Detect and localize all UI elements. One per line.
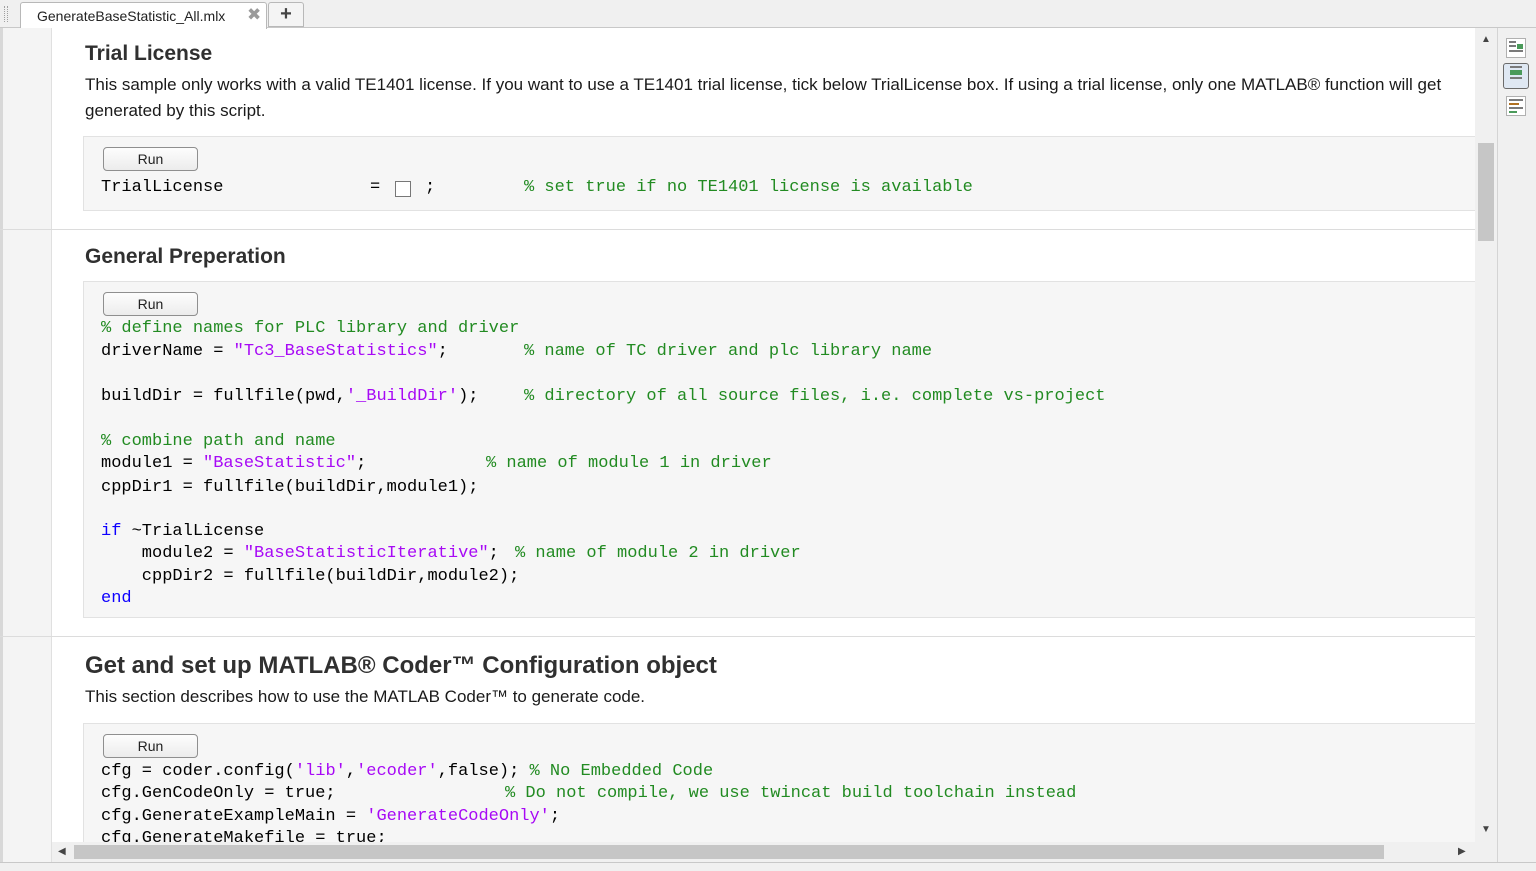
horizontal-scrollbar[interactable]: ◀ ▶ <box>52 842 1475 862</box>
code-line-9: % combine path and name <box>101 432 336 451</box>
vertical-scroll-thumb[interactable] <box>1478 143 1494 241</box>
tab-title: GenerateBaseStatistic_All.mlx <box>37 8 226 24</box>
tab-generate-base-statistic[interactable]: GenerateBaseStatistic_All.mlx ✖ <box>20 2 267 29</box>
horizontal-scroll-thumb[interactable] <box>74 845 1384 859</box>
section-heading-coder-config: Get and set up MATLAB® Coder™ Configurat… <box>85 652 717 679</box>
code-block-trial-license[interactable] <box>83 136 1475 211</box>
vertical-scrollbar[interactable]: ▲ ▼ <box>1475 28 1497 862</box>
code-text: module2 = <box>101 544 244 563</box>
code-string: "BaseStatistic" <box>203 454 357 473</box>
code-text: ; <box>356 454 367 473</box>
trial-license-checkbox[interactable] <box>395 181 411 197</box>
code-line-16: end <box>101 589 132 608</box>
code-text: ; <box>549 807 561 826</box>
code-comment: % name of TC driver and plc library name <box>524 342 933 361</box>
code-comment: % name of module 1 in driver <box>486 454 772 473</box>
code-string: '_BuildDir' <box>345 387 459 406</box>
output-right-icon <box>1510 66 1522 79</box>
output-inline-icon[interactable] <box>1506 38 1526 58</box>
scroll-left-icon[interactable]: ◀ <box>58 846 66 857</box>
close-icon[interactable]: ✖ <box>247 5 261 25</box>
code-line-18: cfg = coder.config('lib','ecoder',false)… <box>101 762 713 781</box>
code-comment: % set true if no TE1401 license is avail… <box>524 178 973 197</box>
code-text: ); <box>458 387 479 406</box>
code-comment: % directory of all source files, i.e. co… <box>524 387 1106 406</box>
code-text: driverName = <box>101 342 234 361</box>
code-line-11: cppDir1 = fullfile(buildDir,module1); <box>101 478 479 497</box>
code-text: ~TrialLicense <box>121 522 265 541</box>
code-string: "Tc3_BaseStatistics" <box>233 342 438 361</box>
run-section-button[interactable]: Run <box>103 734 198 758</box>
code-string: "BaseStatisticIterative" <box>243 544 489 563</box>
tab-grip-icon <box>4 6 8 22</box>
scroll-up-icon[interactable]: ▲ <box>1481 34 1491 45</box>
code-comment: % name of module 2 in driver <box>515 544 801 563</box>
run-section-button[interactable]: Run <box>103 147 198 171</box>
code-equals: = <box>370 178 381 197</box>
code-semicolon: ; <box>425 178 436 197</box>
code-line-10: module1 = "BaseStatistic"; <box>101 454 366 473</box>
hide-output-icon[interactable] <box>1506 96 1526 116</box>
var-trial-license: TrialLicense <box>101 178 224 197</box>
code-line-14: module2 = "BaseStatisticIterative"; <box>101 544 499 563</box>
run-section-button[interactable]: Run <box>103 292 198 316</box>
output-inline-icon <box>1509 41 1523 52</box>
section-heading-trial-license: Trial License <box>85 42 213 65</box>
code-line-21: cfg.GenerateMakefile = true; <box>101 829 387 842</box>
section-divider <box>0 229 1475 230</box>
code-line-2: TrialLicense <box>101 178 223 197</box>
code-text: cfg = coder.config( <box>101 762 295 781</box>
code-line-20: cfg.GenerateExampleMain = 'GenerateCodeO… <box>101 807 560 826</box>
code-comment: % No Embedded Code <box>529 762 714 781</box>
scroll-right-icon[interactable]: ▶ <box>1458 846 1466 857</box>
code-keyword: if <box>101 522 122 541</box>
code-text: ,false); <box>437 762 530 781</box>
code-text: , <box>345 762 357 781</box>
code-text: buildDir = fullfile(pwd, <box>101 387 346 406</box>
section-heading-general-preperation: General Preperation <box>85 245 286 268</box>
view-mode-panel <box>1497 28 1536 862</box>
code-line-19: cfg.GenCodeOnly = true; <box>101 784 336 803</box>
code-line-13: if ~TrialLicense <box>101 522 264 541</box>
section-text-coder-config: This section describes how to use the MA… <box>85 687 646 706</box>
code-line-5: driverName = "Tc3_BaseStatistics"; <box>101 342 448 361</box>
code-string: 'ecoder' <box>356 762 438 781</box>
code-string: 'lib' <box>294 762 346 781</box>
add-tab-button[interactable]: + <box>268 2 304 27</box>
scroll-down-icon[interactable]: ▼ <box>1481 824 1491 835</box>
code-text: module1 = <box>101 454 204 473</box>
code-text: ; <box>437 342 448 361</box>
code-line-7: buildDir = fullfile(pwd,'_BuildDir'); <box>101 387 478 406</box>
section-text-trial-license: This sample only works with a valid TE14… <box>85 75 1442 120</box>
code-line-4: % define names for PLC library and drive… <box>101 319 520 338</box>
hide-output-icon <box>1509 99 1523 113</box>
code-string: 'GenerateCodeOnly' <box>366 807 550 826</box>
tab-bar: GenerateBaseStatistic_All.mlx ✖ + <box>0 0 1536 29</box>
code-line-15: cppDir2 = fullfile(buildDir,module2); <box>101 567 520 586</box>
line-number-gutter <box>0 28 52 862</box>
code-text: ; <box>488 544 499 563</box>
output-right-icon[interactable] <box>1503 63 1529 89</box>
status-strip <box>0 862 1536 871</box>
section-divider <box>0 636 1475 637</box>
code-comment: % Do not compile, we use twincat build t… <box>505 784 1077 803</box>
code-text: cfg.GenerateExampleMain = <box>101 807 367 826</box>
